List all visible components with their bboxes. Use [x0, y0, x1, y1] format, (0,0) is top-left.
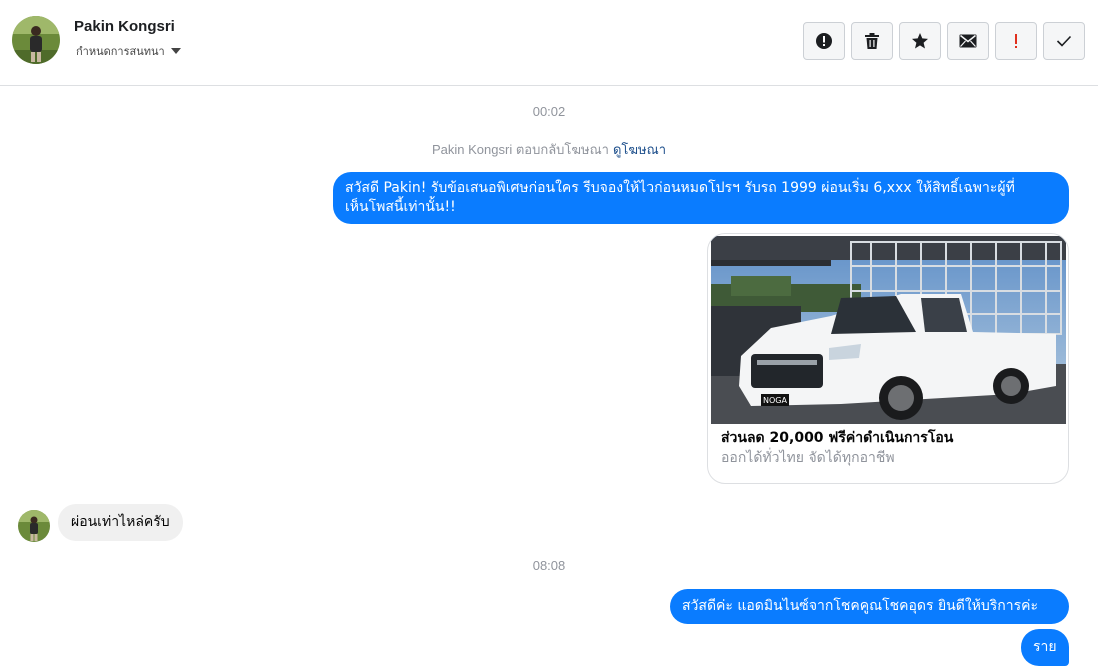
outgoing-message[interactable]: สวัสดีค่ะ แอดมินไนซ์จากโชคคูณโชคอุดร ยิน… — [670, 589, 1069, 624]
delete-button[interactable] — [851, 22, 893, 60]
caret-down-icon — [170, 48, 181, 54]
mark-done-button[interactable] — [1043, 22, 1085, 60]
message-text-line: เห็นโพสนี้เท่านั้น!! — [345, 199, 456, 215]
spam-icon — [816, 33, 832, 49]
contact-avatar[interactable] — [12, 16, 60, 64]
contact-name[interactable]: Pakin Kongsri — [74, 18, 175, 35]
star-button[interactable] — [899, 22, 941, 60]
contact-avatar-small — [18, 510, 50, 542]
incoming-message[interactable]: ผ่อนเท่าไหล่ครับ — [58, 504, 183, 541]
conversation-header: Pakin Kongsri กำหนดการสนทนา — [0, 0, 1098, 86]
ad-reply-text: Pakin Kongsri ตอบกลับโฆษณา — [432, 142, 609, 157]
header-actions — [803, 22, 1085, 60]
outgoing-message[interactable]: สวัสดี Pakin! รับข้อเสนอพิเศษก่อนใคร รีบ… — [333, 172, 1069, 224]
ad-card-subtitle: ออกได้ทั่วไทย จัดได้ทุกอาชีพ — [721, 450, 895, 466]
follow-up-button[interactable] — [995, 22, 1037, 60]
trash-icon — [865, 33, 879, 49]
assign-label: กำหนดการสนทนา — [76, 45, 165, 58]
check-icon — [1056, 35, 1072, 47]
mark-spam-button[interactable] — [803, 22, 845, 60]
ad-card[interactable]: NOGA ส่วนลด 20,000 ฟรีค่าดำเนินการโอน ออ… — [707, 233, 1069, 484]
ad-card-title: ส่วนลด 20,000 ฟรีค่าดำเนินการโอน — [721, 430, 954, 446]
ad-image: NOGA — [711, 236, 1066, 424]
mark-unread-button[interactable] — [947, 22, 989, 60]
ad-reply-note: Pakin Kongsri ตอบกลับโฆษณา ดูโฆษณา — [0, 139, 1098, 160]
timestamp: 08:08 — [532, 558, 566, 573]
envelope-icon — [959, 34, 977, 48]
assign-conversation-dropdown[interactable]: กำหนดการสนทนา — [76, 42, 181, 60]
exclamation-icon — [1015, 34, 1017, 48]
star-icon — [912, 33, 928, 49]
outgoing-message[interactable]: ราย — [1021, 629, 1069, 666]
message-text-line: สวัสดี Pakin! รับข้อเสนอพิเศษก่อนใคร รีบ… — [345, 180, 1015, 196]
view-ad-link[interactable]: ดูโฆษณา — [613, 142, 666, 157]
license-plate-text: NOGA — [763, 396, 787, 405]
timestamp: 00:02 — [532, 104, 566, 119]
